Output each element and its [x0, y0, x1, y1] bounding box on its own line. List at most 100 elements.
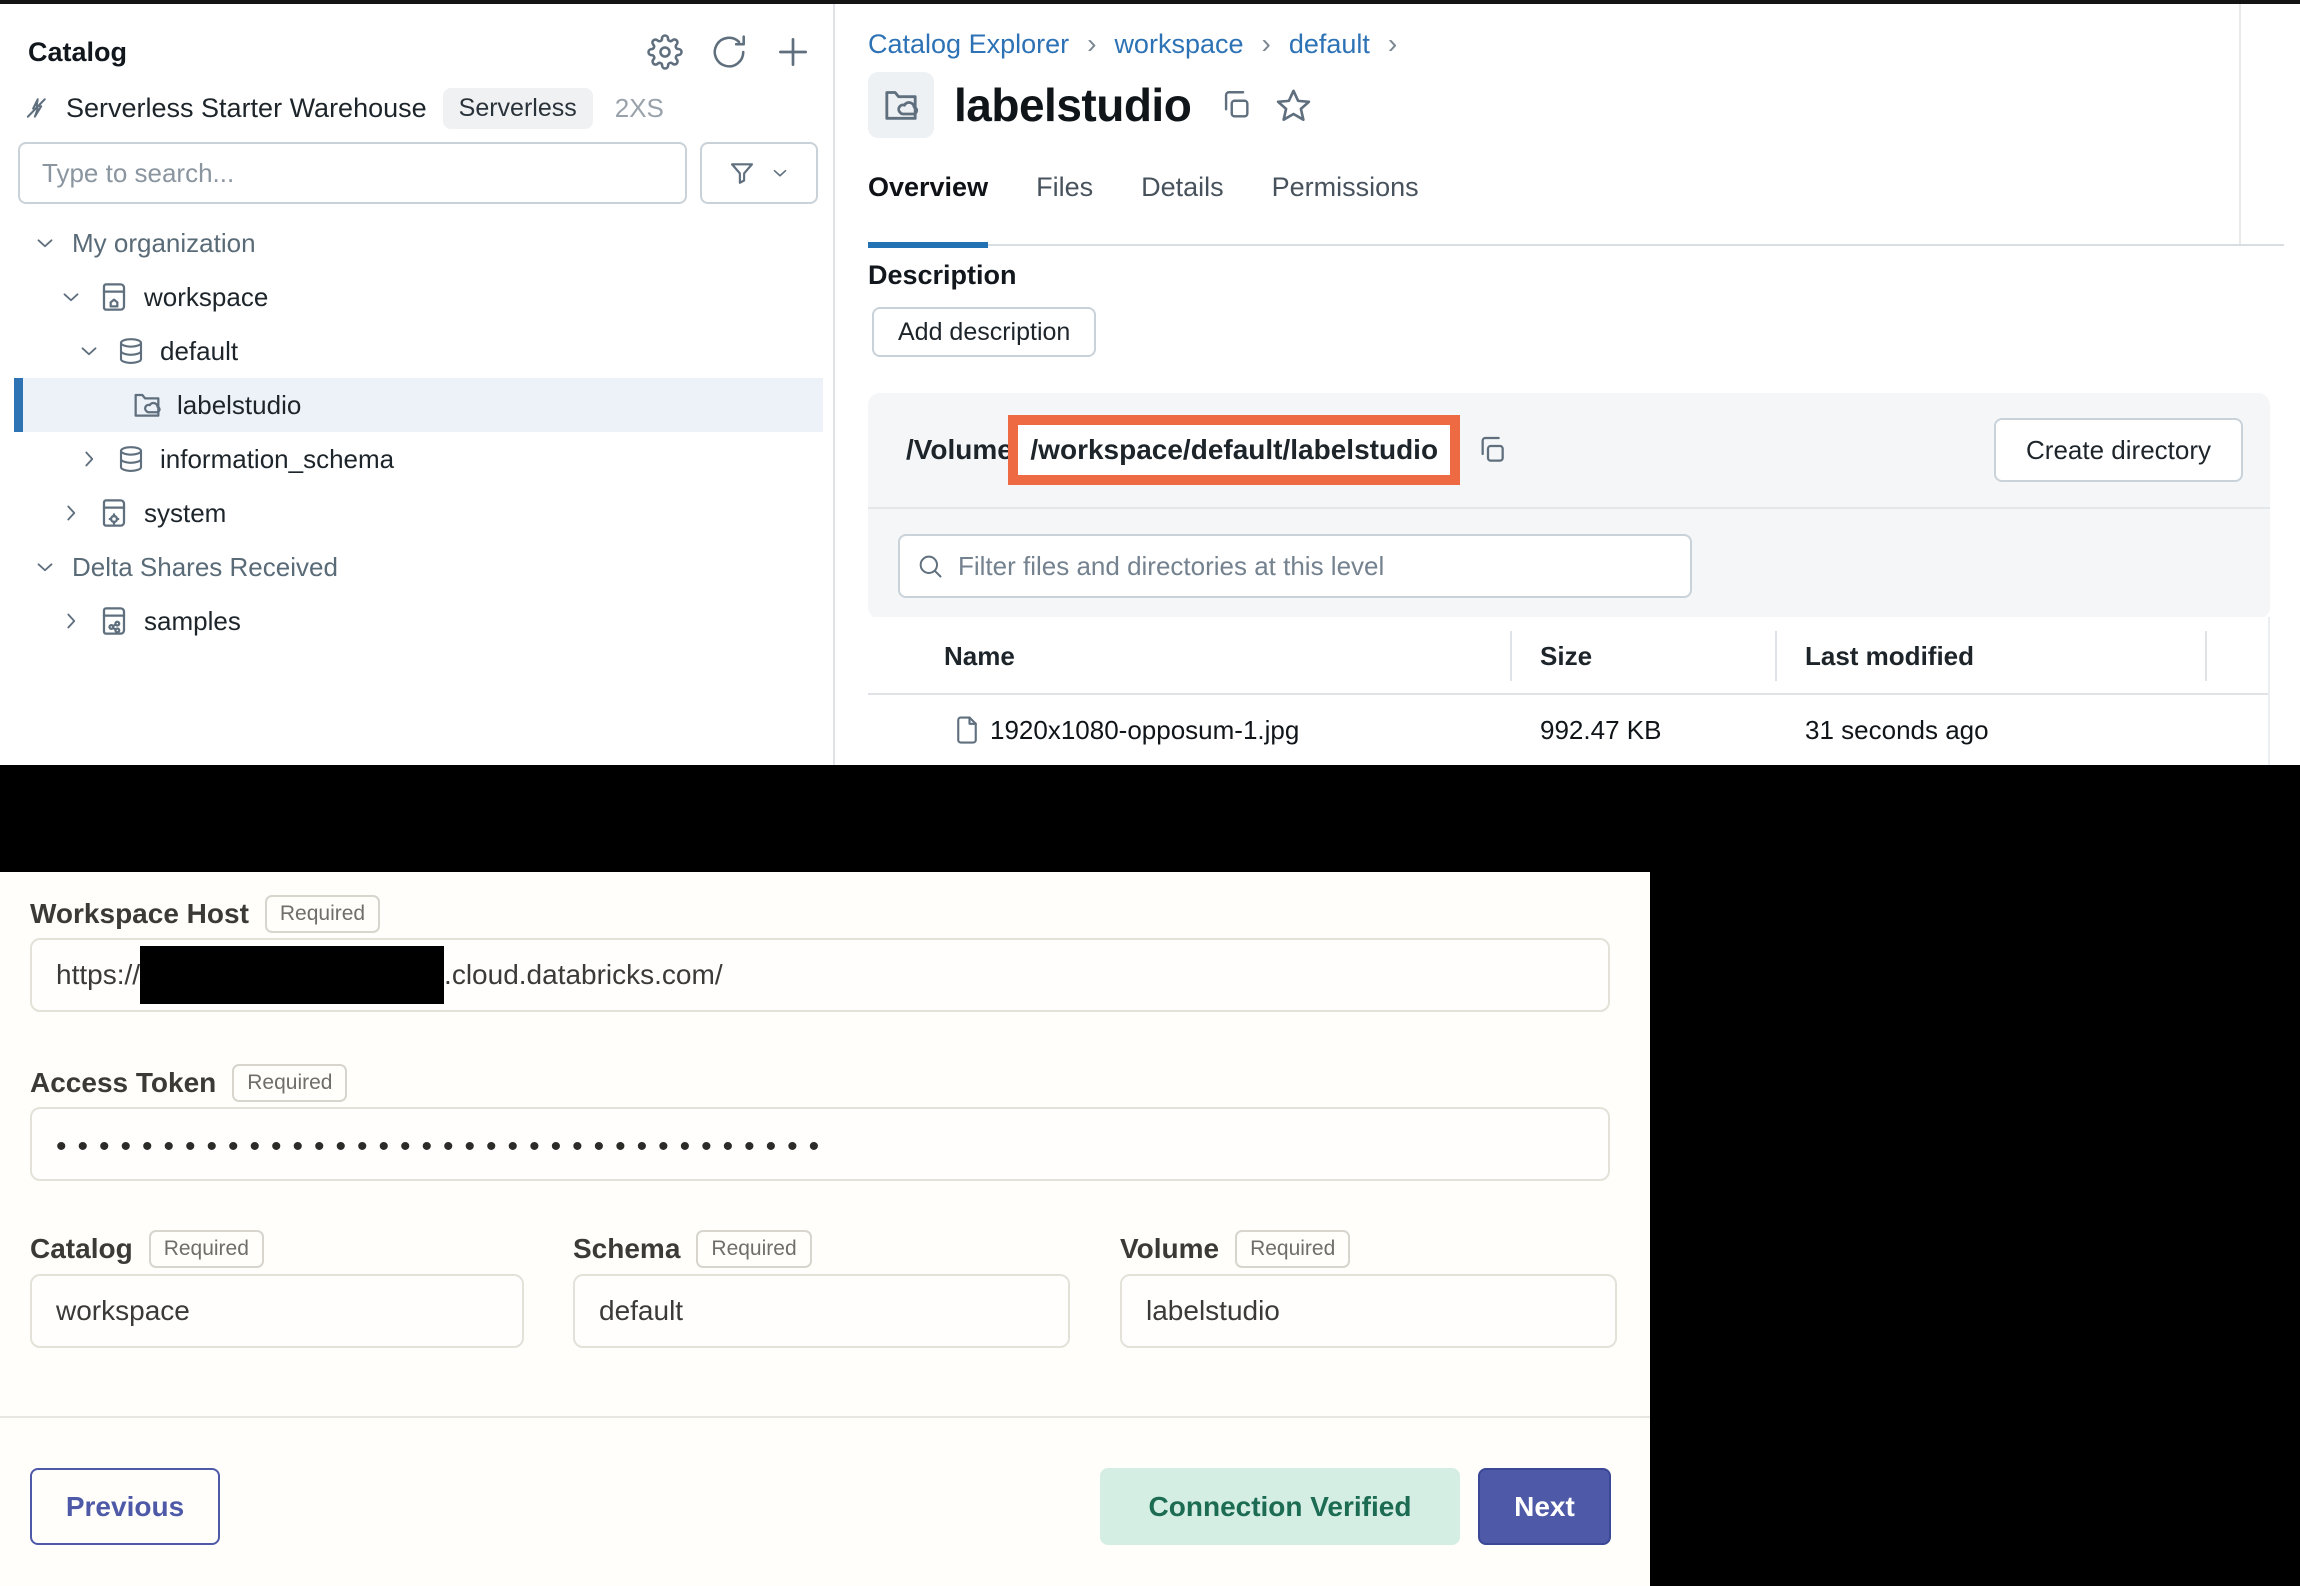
- file-filter-input[interactable]: [958, 551, 1674, 582]
- create-directory-button[interactable]: Create directory: [1994, 418, 2243, 482]
- tree-item-samples[interactable]: samples: [0, 594, 831, 648]
- file-filter-box: [898, 534, 1692, 598]
- required-badge: Required: [265, 895, 380, 933]
- tree-item-default[interactable]: default: [0, 324, 831, 378]
- required-badge: Required: [1235, 1230, 1350, 1268]
- tab-bar: Overview Files Details Permissions: [868, 172, 1419, 227]
- warehouse-name: Serverless Starter Warehouse: [66, 93, 427, 124]
- tree-item-labelstudio[interactable]: labelstudio: [14, 378, 823, 432]
- add-catalog-icon[interactable]: [773, 32, 813, 72]
- column-header-name[interactable]: Name: [944, 617, 1015, 695]
- tab-permissions[interactable]: Permissions: [1272, 172, 1419, 227]
- column-divider[interactable]: [1510, 631, 1512, 681]
- file-modified: 31 seconds ago: [1805, 695, 1989, 765]
- workspace-host-input[interactable]: https:// .cloud.databricks.com/: [30, 938, 1610, 1012]
- page-title: labelstudio: [954, 78, 1191, 132]
- catalog-sidebar: Catalog Serverless Starter Warehouse Ser…: [0, 4, 835, 765]
- schema-icon: [116, 336, 146, 366]
- breadcrumb-workspace[interactable]: workspace: [1114, 29, 1243, 60]
- breadcrumb-separator: ›: [1262, 28, 1271, 60]
- tree-item-my-organization[interactable]: My organization: [0, 216, 831, 270]
- copy-path-icon[interactable]: [1476, 434, 1508, 466]
- access-token-label: Access Token: [30, 1067, 216, 1099]
- chevron-down-icon[interactable]: [58, 284, 84, 310]
- next-button[interactable]: Next: [1478, 1468, 1611, 1545]
- catalog-search-input[interactable]: [18, 142, 687, 204]
- column-header-modified[interactable]: Last modified: [1805, 617, 1974, 695]
- chevron-right-icon[interactable]: [58, 608, 84, 634]
- chevron-right-icon[interactable]: [58, 500, 84, 526]
- volume-path-panel: /Volumes /workspace/default/labelstudio …: [868, 393, 2270, 619]
- serverless-warehouse-icon: [22, 94, 50, 122]
- column-header-size[interactable]: Size: [1540, 617, 1592, 695]
- chevron-down-icon[interactable]: [76, 338, 102, 364]
- star-favorite-icon[interactable]: [1275, 87, 1312, 124]
- filter-button[interactable]: [700, 142, 818, 204]
- chevron-down-icon[interactable]: [32, 230, 58, 256]
- files-table: Name Size Last modified 1920x1080-opposu…: [868, 617, 2270, 765]
- breadcrumb-catalog-explorer[interactable]: Catalog Explorer: [868, 29, 1069, 60]
- host-value-suffix: .cloud.databricks.com/: [444, 959, 723, 991]
- catalog-icon: [98, 281, 130, 313]
- tab-underline-track: [868, 244, 2284, 246]
- shared-catalog-icon: [98, 605, 130, 637]
- connection-verified-status: Connection Verified: [1100, 1468, 1460, 1545]
- copy-name-icon[interactable]: [1219, 88, 1253, 122]
- tree-item-information-schema[interactable]: information_schema: [0, 432, 831, 486]
- catalog-explorer-section: Catalog Serverless Starter Warehouse Ser…: [0, 4, 2300, 765]
- volume-path-highlighted: /workspace/default/labelstudio: [1008, 415, 1460, 485]
- volume-label: Volume: [1120, 1233, 1219, 1265]
- tree-item-delta-shares-received[interactable]: Delta Shares Received: [0, 540, 831, 594]
- catalog-label: Catalog: [30, 1233, 133, 1265]
- schema-input[interactable]: default: [573, 1274, 1070, 1348]
- system-catalog-icon: [98, 497, 130, 529]
- column-divider[interactable]: [2205, 631, 2207, 681]
- schema-icon: [116, 444, 146, 474]
- add-description-button[interactable]: Add description: [872, 307, 1096, 357]
- warehouse-size-badge: 2XS: [615, 93, 664, 124]
- tab-details[interactable]: Details: [1141, 172, 1224, 227]
- required-badge: Required: [232, 1064, 347, 1102]
- required-badge: Required: [696, 1230, 811, 1268]
- schema-label: Schema: [573, 1233, 680, 1265]
- gear-icon[interactable]: [645, 32, 685, 72]
- chevron-down-icon: [769, 162, 791, 184]
- refresh-icon[interactable]: [709, 32, 749, 72]
- volume-detail-pane: Catalog Explorer › workspace › default ›…: [837, 4, 2300, 765]
- host-value-prefix: https://: [56, 959, 140, 991]
- table-header: Name Size Last modified: [868, 617, 2270, 695]
- active-tab-indicator: [868, 242, 988, 248]
- previous-button[interactable]: Previous: [30, 1468, 220, 1545]
- funnel-icon: [727, 158, 757, 188]
- breadcrumb-separator: ›: [1087, 28, 1096, 60]
- volume-icon: [881, 85, 921, 125]
- breadcrumb: Catalog Explorer › workspace › default ›: [868, 28, 1397, 60]
- table-row[interactable]: 1920x1080-opposum-1.jpg 992.47 KB 31 sec…: [868, 695, 2270, 765]
- tab-files[interactable]: Files: [1036, 172, 1093, 227]
- access-token-input[interactable]: ••••••••••••••••••••••••••••••••••••: [30, 1107, 1610, 1181]
- databricks-connection-form: Workspace Host Required https://.cloud.d…: [0, 872, 1650, 1586]
- search-icon: [916, 552, 944, 580]
- warehouse-serverless-badge: Serverless: [443, 88, 593, 129]
- tree-item-workspace[interactable]: workspace: [0, 270, 831, 324]
- description-heading: Description: [868, 260, 1017, 291]
- tab-overview[interactable]: Overview: [868, 172, 988, 227]
- breadcrumb-separator: ›: [1388, 28, 1397, 60]
- chevron-down-icon[interactable]: [32, 554, 58, 580]
- catalog-input[interactable]: workspace: [30, 1274, 524, 1348]
- catalog-tree: My organization workspace default labels…: [0, 216, 831, 648]
- file-icon: [952, 715, 982, 745]
- tree-item-system[interactable]: system: [0, 486, 831, 540]
- scrollbar-gutter: [2239, 4, 2241, 244]
- file-name[interactable]: 1920x1080-opposum-1.jpg: [990, 695, 1299, 765]
- file-size: 992.47 KB: [1540, 695, 1661, 765]
- chevron-right-icon[interactable]: [76, 446, 102, 472]
- column-divider[interactable]: [1775, 631, 1777, 681]
- required-badge: Required: [149, 1230, 264, 1268]
- table-right-border: [2268, 617, 2270, 765]
- warehouse-selector[interactable]: Serverless Starter Warehouse Serverless …: [22, 86, 813, 130]
- masked-token-value: ••••••••••••••••••••••••••••••••••••: [56, 1130, 830, 1164]
- breadcrumb-default[interactable]: default: [1289, 29, 1370, 60]
- volume-input[interactable]: labelstudio: [1120, 1274, 1617, 1348]
- form-footer-divider: [0, 1416, 1650, 1418]
